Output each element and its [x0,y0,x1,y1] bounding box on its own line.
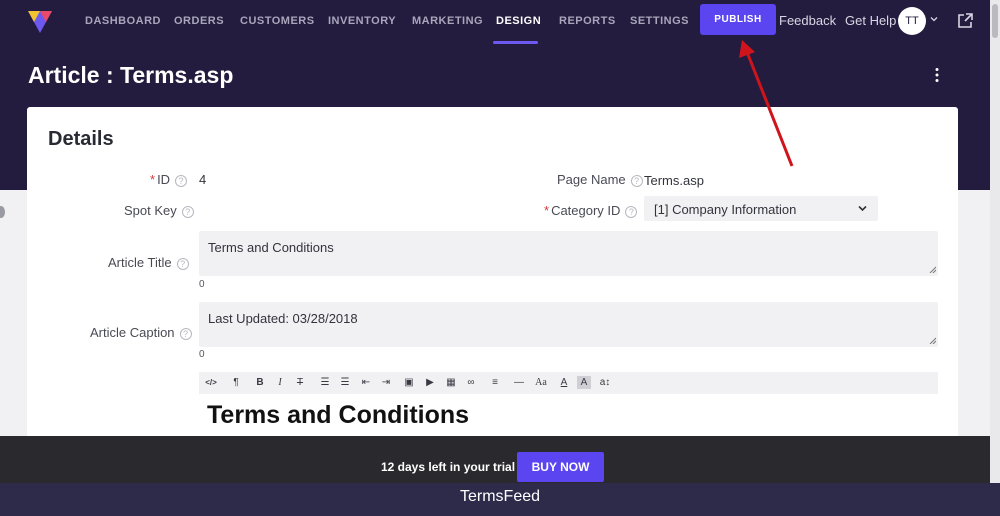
article-title-char-count: 0 [199,279,205,290]
footer-brand: TermsFeed [459,488,541,505]
buy-now-button[interactable]: BUY NOW [517,452,604,482]
active-tab-indicator [493,41,538,44]
main-nav: DASHBOARD ORDERS CUSTOMERS INVENTORY MAR… [0,0,990,44]
source-code-icon[interactable]: </> [204,376,218,389]
scrollbar-thumb[interactable] [992,4,998,38]
text-transform-icon[interactable]: a↕ [598,376,612,389]
help-icon[interactable]: ? [179,328,192,340]
font-size-icon[interactable]: Aa [533,376,549,389]
indent-icon[interactable]: ⇥ [379,376,393,389]
image-icon[interactable]: ▣ [402,376,416,389]
video-icon[interactable]: ▶ [423,376,437,389]
ordered-list-icon[interactable]: ☰ [338,376,352,389]
link-icon[interactable]: ∞ [464,376,478,389]
app-logo-icon[interactable] [26,7,54,35]
trial-text: 12 days left in your trial [381,460,516,474]
horizontal-rule-icon[interactable]: — [512,376,526,389]
more-options-icon[interactable] [934,67,940,83]
vertical-scrollbar[interactable] [990,0,1000,483]
article-title-textarea[interactable]: Terms and Conditions [199,231,938,276]
nav-design[interactable]: DESIGN [496,15,541,27]
strikethrough-icon[interactable]: T [293,376,307,389]
left-edge-handle [0,206,5,218]
article-caption-label-text: Article Caption [90,325,175,340]
category-id-select[interactable]: [1] Company Information [644,196,878,221]
page-name-label-text: Page Name [557,172,626,187]
article-caption-label: Article Caption? [90,325,192,340]
external-link-icon[interactable] [957,12,974,29]
align-icon[interactable]: ≡ [488,376,502,389]
user-avatar[interactable]: TT [898,7,926,35]
annotation-arrow-icon [739,40,794,167]
bold-icon[interactable]: B [253,376,267,389]
id-label: * ID? [150,172,188,187]
article-caption-textarea[interactable]: Last Updated: 03/28/2018 [199,302,938,347]
chevron-down-icon[interactable] [858,205,867,212]
nav-orders[interactable]: ORDERS [174,15,224,27]
editor-heading[interactable]: Terms and Conditions [207,401,469,430]
get-help-link[interactable]: Get Help [845,13,896,28]
article-title-label: Article Title? [108,255,189,270]
nav-customers[interactable]: CUSTOMERS [240,15,315,27]
nav-dashboard[interactable]: DASHBOARD [85,15,161,27]
page-name-value: Terms.asp [644,173,704,188]
required-mark: * [544,203,550,218]
unordered-list-icon[interactable]: ☰ [318,376,332,389]
article-caption-char-count: 0 [199,349,205,360]
help-icon[interactable]: ? [175,175,188,187]
nav-reports[interactable]: REPORTS [559,15,616,27]
page-name-label: Page Name? [557,172,643,187]
italic-icon[interactable]: I [273,376,287,389]
category-id-label-text: Category ID [551,203,621,218]
nav-inventory[interactable]: INVENTORY [328,15,396,27]
required-mark: * [150,172,156,187]
resize-handle-icon[interactable] [929,337,936,344]
page-title: Article : Terms.asp [28,62,234,88]
help-icon[interactable]: ? [181,206,194,218]
resize-handle-icon[interactable] [929,266,936,273]
background-color-icon[interactable]: A [577,376,591,389]
spot-key-label-text: Spot Key [124,203,177,218]
id-value: 4 [199,172,207,187]
article-title-label-text: Article Title [108,255,172,270]
help-icon[interactable]: ? [625,206,638,218]
details-heading: Details [48,128,114,150]
help-icon[interactable]: ? [630,175,643,187]
publish-button[interactable]: PUBLISH [700,4,776,35]
spot-key-label: Spot Key? [124,203,194,218]
category-id-label: * Category ID? [544,203,638,218]
table-icon[interactable]: ▦ [444,376,458,389]
help-icon[interactable]: ? [176,258,189,270]
chevron-down-icon[interactable] [930,15,938,23]
font-color-icon[interactable]: A [557,376,571,389]
paragraph-icon[interactable]: ¶ [229,376,243,389]
nav-marketing[interactable]: MARKETING [412,15,483,27]
nav-settings[interactable]: SETTINGS [630,15,689,27]
feedback-link[interactable]: Feedback [779,13,836,28]
outdent-icon[interactable]: ⇤ [359,376,373,389]
id-label-text: ID [157,172,171,187]
